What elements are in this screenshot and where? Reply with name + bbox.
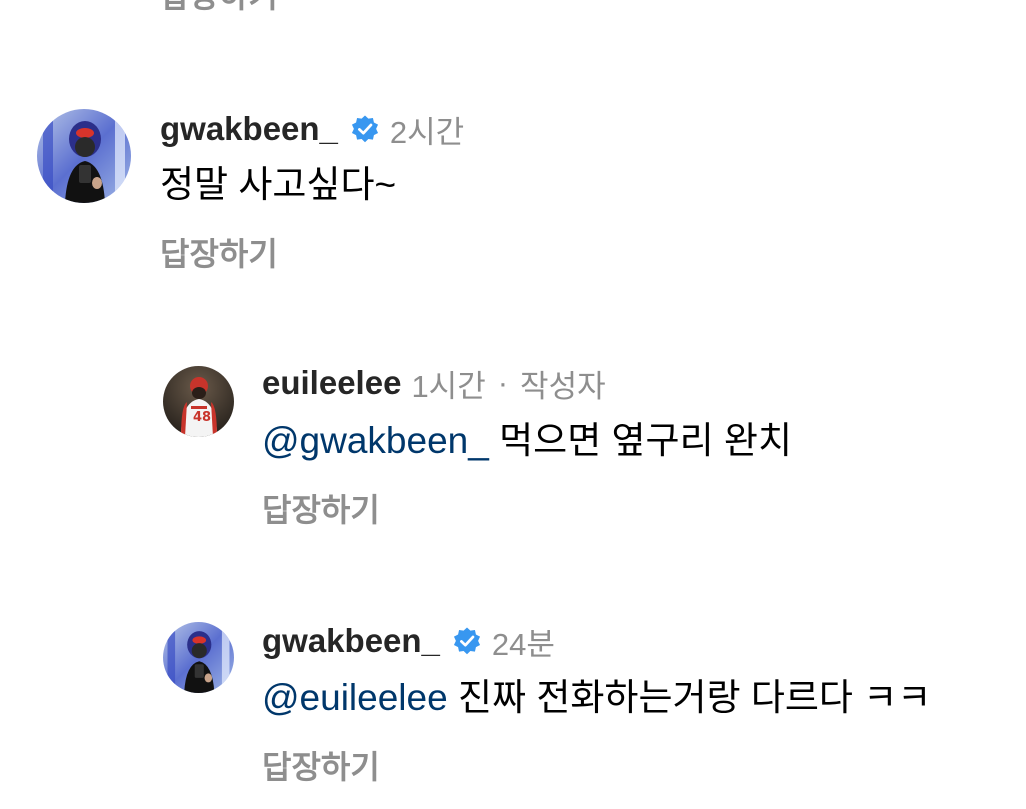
reply-button[interactable]: 답장하기 — [262, 490, 380, 530]
comment-text: 진짜 전화하는거랑 다르다 ㅋㅋ — [457, 677, 932, 718]
comment-username[interactable]: euileelee — [262, 364, 401, 402]
comment-text: 정말 사고싶다~ — [160, 164, 397, 205]
avatar[interactable] — [163, 622, 234, 693]
reply-button[interactable]: 답장하기 — [262, 747, 380, 787]
avatar[interactable]: 48 — [163, 366, 234, 437]
comment-time: 1시간 — [411, 368, 486, 404]
comment-time: 2시간 — [389, 114, 465, 150]
verified-badge-icon — [350, 114, 380, 144]
comment-username[interactable]: gwakbeen_ — [160, 110, 338, 148]
comment-text: 먹으면 옆구리 완치 — [499, 420, 792, 461]
verified-badge-icon — [452, 626, 482, 656]
comment-time: 24분 — [491, 626, 555, 662]
svg-text:48: 48 — [193, 410, 211, 425]
avatar-euileelee-image: 48 — [163, 366, 234, 437]
avatar[interactable] — [37, 109, 131, 203]
avatar-gwakbeen-image — [37, 109, 131, 203]
comment-text-line: @gwakbeen_ 먹으면 옆구리 완치 — [262, 418, 792, 464]
separator-dot: · — [497, 365, 509, 400]
mention-link[interactable]: @gwakbeen_ — [262, 420, 489, 461]
reply-button-previous[interactable]: 답장하기 — [160, 0, 278, 14]
comment-text-line: @euileelee 진짜 전화하는거랑 다르다 ㅋㅋ — [262, 675, 931, 721]
avatar-gwakbeen-image — [163, 622, 234, 693]
reply-button[interactable]: 답장하기 — [160, 234, 278, 274]
author-tag: 작성자 — [520, 368, 606, 404]
comment-username[interactable]: gwakbeen_ — [262, 622, 440, 660]
mention-link[interactable]: @euileelee — [262, 677, 448, 718]
